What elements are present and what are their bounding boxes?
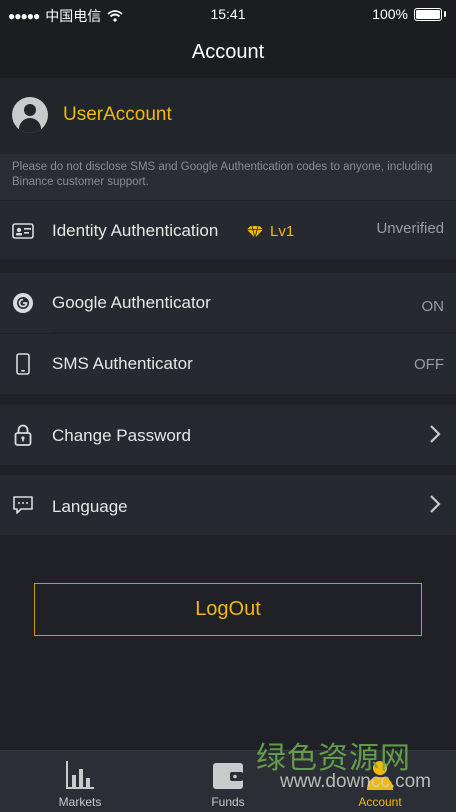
logout-label: LogOut: [195, 598, 261, 620]
tab-bar: Markets Funds Account: [0, 750, 456, 812]
lock-icon: [12, 424, 34, 446]
tab-markets[interactable]: Markets: [4, 751, 156, 812]
tab-account-label: Account: [358, 795, 402, 809]
sms-authenticator-label: SMS Authenticator: [52, 354, 193, 373]
notice-text: Please do not disclose SMS and Google Au…: [12, 161, 433, 188]
nav-bar: Account: [0, 28, 456, 78]
language-row[interactable]: Language: [0, 475, 456, 535]
chart-icon: [66, 761, 94, 789]
google-authenticator-status: ON: [421, 298, 445, 315]
id-card-icon: [12, 220, 34, 242]
tab-funds[interactable]: Funds: [152, 751, 304, 812]
battery-percent: 100%: [372, 6, 408, 22]
tab-account[interactable]: Account: [304, 751, 456, 812]
identity-authentication-label: Identity Authentication: [52, 221, 219, 240]
chat-icon: [12, 494, 34, 516]
username: UserAccount: [63, 104, 172, 125]
tab-funds-label: Funds: [211, 795, 245, 809]
chevron-right-icon: [430, 425, 441, 443]
avatar-body: [19, 118, 41, 133]
sms-authenticator-status: OFF: [414, 356, 444, 373]
battery-cap: [444, 11, 446, 17]
status-right: 100%: [372, 6, 446, 22]
google-authenticator-icon: [12, 292, 34, 314]
user-icon: [367, 761, 393, 790]
sms-authenticator-row[interactable]: SMS Authenticator OFF: [0, 334, 456, 394]
phone-icon: [12, 353, 34, 375]
chevron-right-icon: [430, 495, 441, 513]
tab-markets-label: Markets: [58, 795, 102, 809]
google-authenticator-row[interactable]: Google Authenticator ON: [0, 273, 456, 333]
diamond-icon: [247, 225, 263, 238]
security-notice: Please do not disclose SMS and Google Au…: [0, 154, 456, 200]
user-row[interactable]: UserAccount: [0, 78, 456, 154]
change-password-label: Change Password: [52, 426, 191, 445]
battery-icon: [414, 7, 442, 21]
language-label: Language: [52, 497, 128, 516]
page-title: Account: [191, 41, 265, 63]
logout-button[interactable]: LogOut: [34, 583, 422, 636]
verification-status: Unverified: [376, 220, 444, 237]
avatar-head: [24, 104, 36, 116]
change-password-row[interactable]: Change Password: [0, 405, 456, 465]
level-text: Lv1: [270, 223, 295, 240]
level-badge: Lv1: [246, 223, 294, 240]
identity-authentication-row[interactable]: Identity Authentication Lv1 Unverified: [0, 201, 456, 259]
wallet-icon: [213, 763, 243, 789]
status-bar: ●●●●● 中国电信 15:41 100%: [0, 0, 456, 28]
divider: [52, 332, 456, 333]
google-authenticator-label: Google Authenticator: [52, 293, 211, 312]
avatar: [12, 97, 48, 133]
